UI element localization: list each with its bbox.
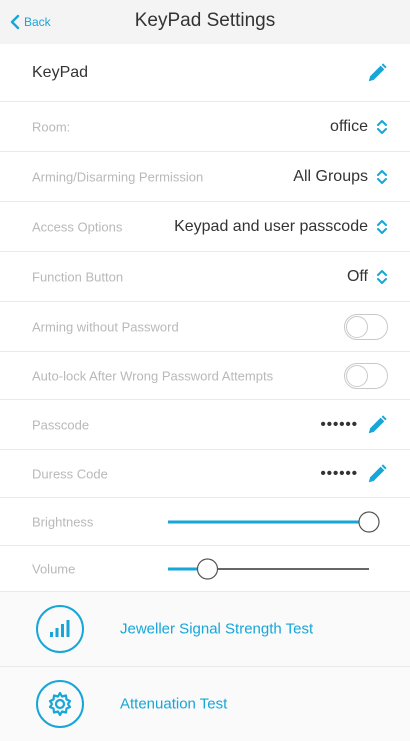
room-value: office (330, 117, 368, 135)
volume-slider[interactable] (168, 557, 380, 580)
attenuation-test-row[interactable]: Attenuation Test (0, 667, 410, 741)
device-name: KeyPad (32, 63, 89, 81)
function-button-label: Function Button (32, 269, 124, 284)
auto-lock-toggle[interactable] (344, 362, 388, 389)
passcode-masked-value: •••••• (320, 416, 358, 433)
brightness-slider[interactable] (168, 510, 380, 533)
room-label: Room: (32, 119, 71, 134)
duress-code-label: Duress Code (32, 466, 108, 481)
volume-row: Volume (0, 546, 410, 592)
volume-label: Volume (32, 561, 76, 576)
signal-bars-icon (36, 605, 84, 653)
signal-strength-test-row[interactable]: Jeweller Signal Strength Test (0, 592, 410, 667)
signal-strength-test-label: Jeweller Signal Strength Test (120, 620, 314, 638)
duress-code-masked-value: •••••• (320, 465, 358, 482)
toggle-knob (346, 364, 368, 387)
function-button-value: Off (346, 267, 368, 285)
access-options-row[interactable]: Access Options Keypad and user passcode (0, 202, 410, 252)
arming-without-password-label: Arming without Password (32, 319, 179, 334)
brightness-row: Brightness (0, 498, 410, 546)
edit-passcode-pencil-icon[interactable] (366, 414, 388, 436)
gear-icon (36, 680, 84, 728)
edit-duress-pencil-icon[interactable] (366, 463, 388, 485)
passcode-label: Passcode (32, 417, 90, 432)
duress-code-row[interactable]: Duress Code •••••• (0, 450, 410, 498)
device-name-row[interactable]: KeyPad (0, 44, 410, 102)
toggle-knob (346, 315, 368, 338)
room-row[interactable]: Room: office (0, 102, 410, 152)
function-button-row[interactable]: Function Button Off (0, 252, 410, 302)
access-options-value: Keypad and user passcode (174, 217, 368, 235)
settings-list: KeyPad Room: office Arming/Disarming Per… (0, 44, 410, 741)
slider-thumb[interactable] (358, 510, 380, 533)
auto-lock-label: Auto-lock After Wrong Password Attempts (32, 368, 274, 383)
attenuation-test-label: Attenuation Test (120, 695, 228, 713)
page-title: KeyPad Settings (134, 10, 276, 31)
edit-name-pencil-icon[interactable] (366, 62, 388, 84)
arming-without-password-toggle[interactable] (344, 313, 388, 340)
chevron-up-down-icon (377, 119, 387, 134)
brightness-label: Brightness (32, 514, 94, 529)
navigation-bar: Back KeyPad Settings (0, 0, 410, 44)
permission-row[interactable]: Arming/Disarming Permission All Groups (0, 152, 410, 202)
permission-label: Arming/Disarming Permission (32, 169, 204, 184)
auto-lock-row: Auto-lock After Wrong Password Attempts (0, 352, 410, 400)
passcode-row[interactable]: Passcode •••••• (0, 400, 410, 450)
chevron-up-down-icon (377, 269, 387, 284)
arming-without-password-row: Arming without Password (0, 302, 410, 352)
chevron-up-down-icon (377, 219, 387, 234)
access-options-label: Access Options (32, 219, 123, 234)
chevron-up-down-icon (377, 169, 387, 184)
permission-value: All Groups (293, 167, 368, 185)
slider-thumb[interactable] (196, 557, 219, 580)
